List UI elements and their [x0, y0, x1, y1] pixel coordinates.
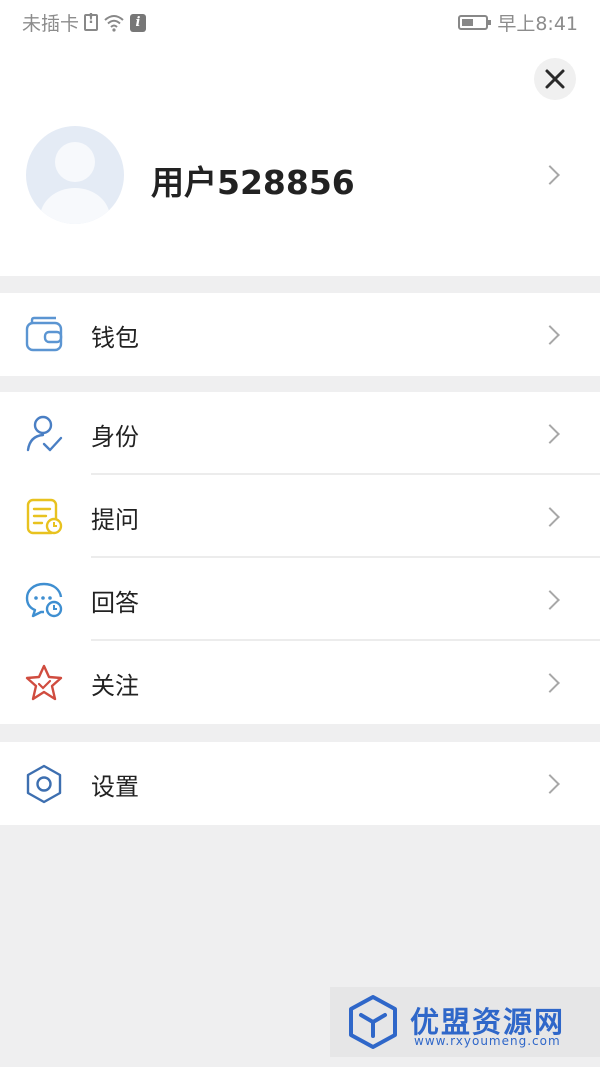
chevron-right-icon [540, 165, 560, 185]
menu-group-activity: 身份 提问 回答 关注 [0, 392, 600, 724]
menu-item-answers-label: 回答 [91, 589, 139, 617]
chevron-right-icon [540, 774, 560, 794]
cube-logo-icon [349, 995, 397, 1049]
star-icon [25, 664, 63, 701]
close-icon [545, 69, 565, 89]
chevron-right-icon [540, 590, 560, 610]
menu-group-wallet: 钱包 [0, 293, 600, 376]
profile-drawer-screen: 未插卡 i 早上8:41 用户528856 [0, 0, 600, 1067]
menu-item-identity-label: 身份 [91, 423, 139, 451]
chat-clock-icon [25, 582, 63, 618]
chevron-right-icon [540, 424, 560, 444]
menu-item-questions-label: 提问 [91, 506, 139, 534]
battery-icon [458, 15, 492, 30]
watermark-url: www.rxyoumeng.com [414, 1034, 561, 1048]
chevron-right-icon [540, 325, 560, 345]
status-bar: 未插卡 i 早上8:41 [0, 0, 600, 44]
menu-item-settings[interactable]: 设置 [0, 742, 600, 825]
chevron-right-icon [540, 507, 560, 527]
wallet-icon [25, 316, 63, 352]
hexagon-settings-icon [26, 764, 62, 804]
menu-item-wallet[interactable]: 钱包 [0, 293, 600, 376]
menu-item-wallet-label: 钱包 [91, 324, 139, 352]
menu-group-settings: 设置 [0, 742, 600, 825]
watermark: 优盟资源网 www.rxyoumeng.com [330, 987, 600, 1057]
avatar[interactable] [26, 126, 124, 224]
username: 用户528856 [151, 163, 355, 202]
question-list-icon [26, 498, 63, 535]
menu-item-questions[interactable]: 提问 [0, 475, 600, 558]
menu-item-follow[interactable]: 关注 [0, 641, 600, 724]
sim-alert-icon [84, 12, 99, 31]
menu-item-identity[interactable]: 身份 [0, 392, 600, 475]
chevron-right-icon [540, 673, 560, 693]
carrier-text: 未插卡 [22, 13, 80, 35]
profile-header[interactable]: 用户528856 [0, 44, 600, 276]
menu-item-answers[interactable]: 回答 [0, 558, 600, 641]
close-button[interactable] [534, 58, 576, 100]
menu-item-settings-label: 设置 [91, 773, 139, 801]
clock-text: 早上8:41 [497, 13, 578, 35]
info-icon: i [130, 13, 147, 32]
user-check-icon [26, 415, 63, 452]
menu-item-follow-label: 关注 [91, 672, 139, 700]
wifi-icon [104, 14, 124, 32]
